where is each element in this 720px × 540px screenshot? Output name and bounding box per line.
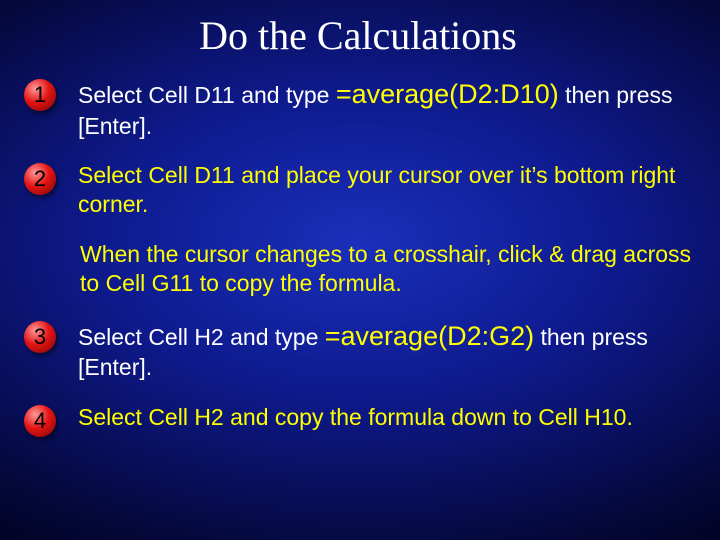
slide: Do the Calculations 1 Select Cell D11 an… [0, 0, 720, 540]
step-badge-2: 2 [24, 163, 56, 195]
step-3-text: Select Cell H2 and type =average(D2:G2) … [78, 319, 692, 383]
step-1-formula: =average(D2:D10) [336, 79, 559, 109]
step-badge-4: 4 [24, 405, 56, 437]
step-1: 1 Select Cell D11 and type =average(D2:D… [24, 77, 692, 141]
step-1-text: Select Cell D11 and type =average(D2:D10… [78, 77, 692, 141]
step-2-note-text: When the cursor changes to a crosshair, … [80, 240, 692, 299]
step-4: 4 Select Cell H2 and copy the formula do… [24, 403, 692, 437]
step-3: 3 Select Cell H2 and type =average(D2:G2… [24, 319, 692, 383]
step-3-pre: Select Cell H2 and type [78, 324, 325, 350]
step-badge-1: 1 [24, 79, 56, 111]
slide-title: Do the Calculations [24, 12, 692, 59]
step-badge-3: 3 [24, 321, 56, 353]
step-2-note: When the cursor changes to a crosshair, … [24, 240, 692, 299]
step-2-text: Select Cell D11 and place your cursor ov… [78, 161, 692, 220]
step-3-formula: =average(D2:G2) [325, 321, 534, 351]
step-4-text: Select Cell H2 and copy the formula down… [78, 403, 692, 432]
step-1-pre: Select Cell D11 and type [78, 82, 336, 108]
step-2: 2 Select Cell D11 and place your cursor … [24, 161, 692, 220]
